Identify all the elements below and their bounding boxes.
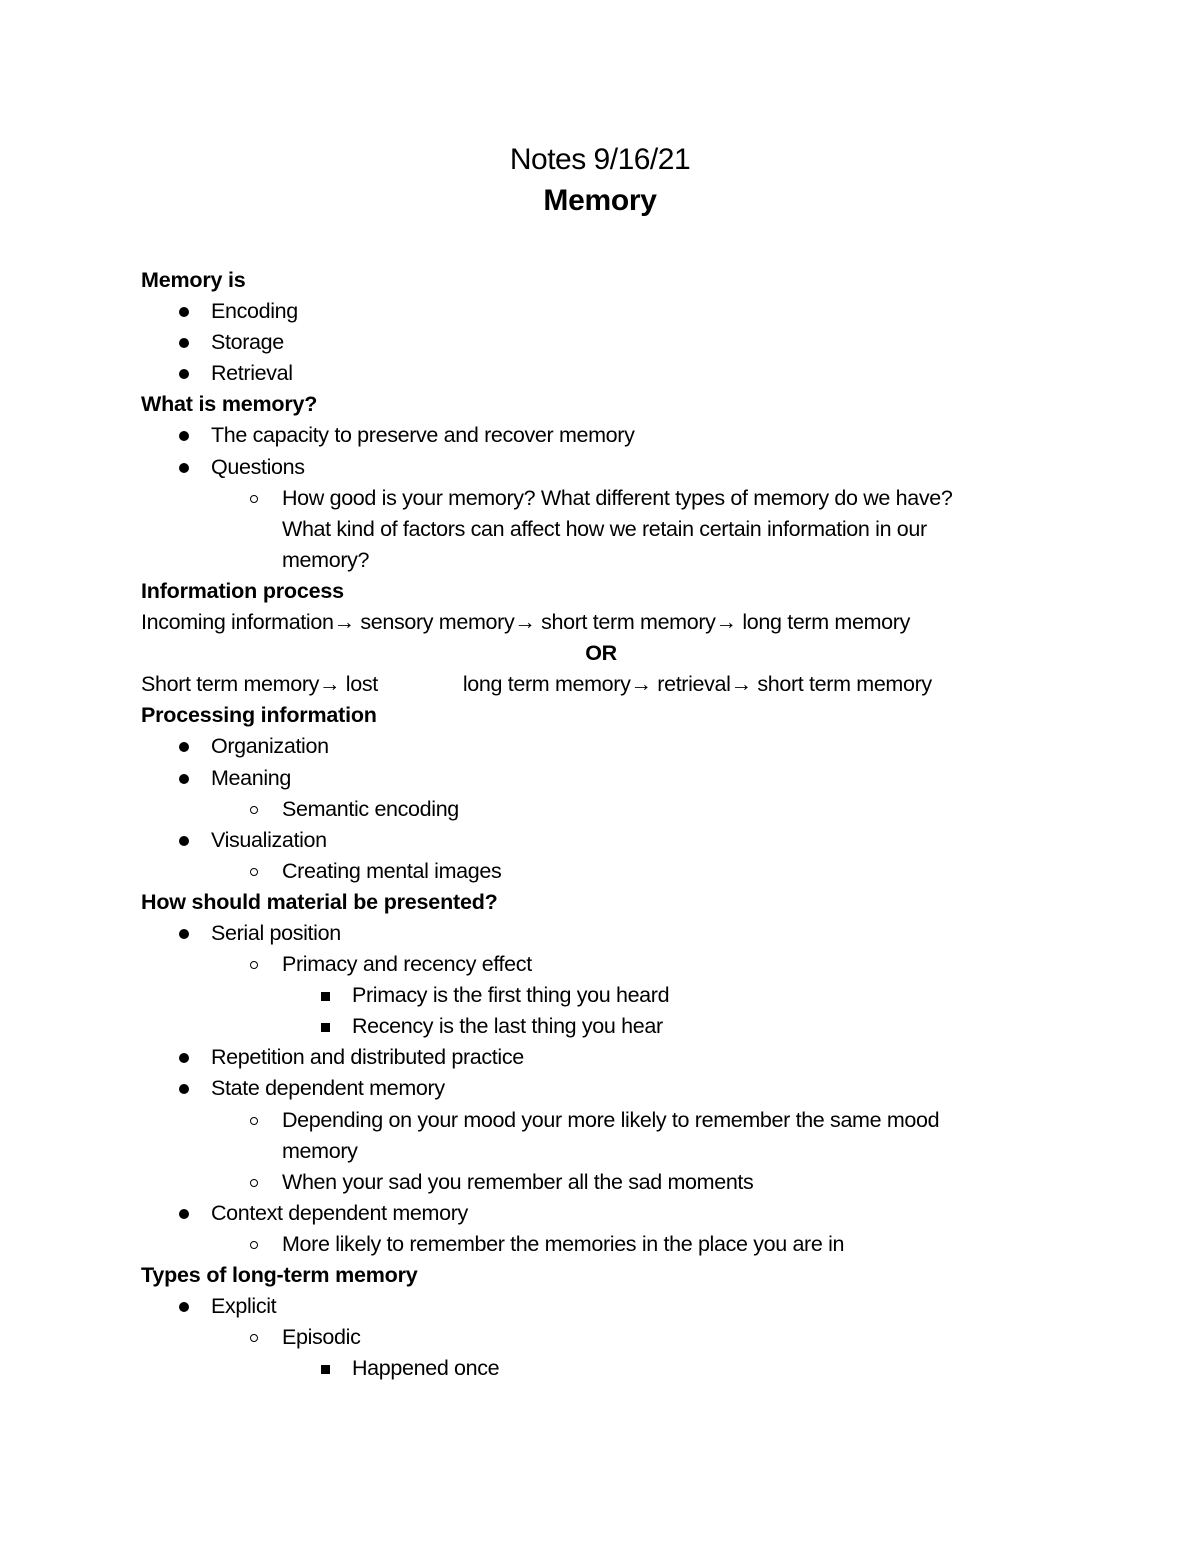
list-item-text: Storage bbox=[211, 330, 284, 355]
list-item-text: Encoding bbox=[211, 299, 298, 324]
sub-list-item: Depending on your mood your more likely … bbox=[141, 1105, 1041, 1136]
sub-list-item: When your sad you remember all the sad m… bbox=[141, 1167, 1041, 1198]
bullet-disc-icon bbox=[179, 431, 189, 442]
flow-text: Short term memory→ lost bbox=[141, 672, 378, 697]
list-item-text: Retrieval bbox=[211, 361, 293, 386]
section-heading: What is memory? bbox=[141, 392, 318, 417]
list-item-text: Repetition and distributed practice bbox=[211, 1045, 524, 1070]
section-heading: Types of long-term memory bbox=[141, 1263, 418, 1287]
bullet-disc-icon bbox=[179, 369, 189, 380]
list-item-text: Happened once bbox=[352, 1356, 500, 1381]
list-item-continuation: What kind of factors can affect how we r… bbox=[282, 516, 927, 541]
bullet-disc-icon bbox=[179, 1053, 189, 1064]
list-item-text: Depending on your mood your more likely … bbox=[282, 1107, 940, 1132]
sub-sub-list-item: Happened once bbox=[141, 1353, 1041, 1384]
flow-line: Short term memory→ lost long term memory→… bbox=[141, 669, 1041, 700]
section-heading: Information process bbox=[141, 578, 344, 603]
list-item-text: Creating mental images bbox=[282, 858, 502, 883]
list-item: Context dependent memory bbox=[141, 1198, 1041, 1229]
list-item: Explicit bbox=[141, 1291, 1041, 1322]
sub-list-item: Episodic bbox=[141, 1322, 1041, 1353]
bullet-circle-icon bbox=[250, 1334, 258, 1343]
bullet-disc-icon bbox=[179, 462, 189, 473]
list-item-text: The capacity to preserve and recover mem… bbox=[211, 423, 635, 448]
section-heading: How should material be presented? bbox=[141, 889, 498, 914]
document-page: Notes 9/16/21 Memory Memory is Encoding … bbox=[0, 0, 1200, 1553]
bullet-circle-icon bbox=[250, 494, 258, 503]
document-body: Memory is Encoding Storage Retrieval Wha… bbox=[141, 265, 1041, 1384]
bullet-disc-icon bbox=[179, 928, 189, 939]
list-item-text: Organization bbox=[211, 734, 329, 759]
list-item-text: Explicit bbox=[211, 1294, 277, 1319]
list-item-text: Questions bbox=[211, 454, 305, 479]
list-item: Repetition and distributed practice bbox=[141, 1042, 1041, 1073]
bullet-circle-icon bbox=[250, 1116, 258, 1125]
list-item-text: Primacy is the first thing you heard bbox=[352, 983, 670, 1008]
bullet-disc-icon bbox=[179, 338, 189, 349]
list-item: Visualization bbox=[141, 825, 1041, 856]
bullet-square-icon bbox=[321, 992, 330, 1002]
list-item-text: Primacy and recency effect bbox=[282, 952, 532, 977]
bullet-disc-icon bbox=[179, 307, 189, 318]
bullet-disc-icon bbox=[179, 773, 189, 784]
list-item-text: Episodic bbox=[282, 1325, 361, 1350]
list-item: Organization bbox=[141, 731, 1041, 762]
list-item-text: More likely to remember the memories in … bbox=[282, 1231, 845, 1256]
list-item: Serial position bbox=[141, 918, 1041, 949]
list-item: The capacity to preserve and recover mem… bbox=[141, 420, 1041, 451]
flow-text: long term memory→ retrieval→ short term … bbox=[462, 672, 932, 697]
sub-list-item: Semantic encoding bbox=[141, 794, 1041, 825]
bullet-circle-icon bbox=[250, 1240, 258, 1249]
sub-list-item: Primacy and recency effect bbox=[141, 949, 1041, 980]
sub-list-item: How good is your memory? What different … bbox=[141, 483, 1041, 514]
list-item: Meaning bbox=[141, 763, 1041, 794]
list-item-text: Semantic encoding bbox=[282, 796, 459, 821]
document-subtitle: Memory bbox=[543, 184, 657, 217]
sub-list-item: Creating mental images bbox=[141, 856, 1041, 887]
or-separator: OR bbox=[585, 641, 617, 666]
list-item: State dependent memory bbox=[141, 1073, 1041, 1104]
sub-sub-list-item: Recency is the last thing you hear bbox=[141, 1011, 1041, 1042]
bullet-disc-icon bbox=[179, 835, 189, 846]
bullet-square-icon bbox=[321, 1023, 330, 1033]
bullet-circle-icon bbox=[250, 961, 258, 970]
list-item-text: Context dependent memory bbox=[211, 1200, 468, 1225]
bullet-disc-icon bbox=[179, 1208, 189, 1219]
list-item: Retrieval bbox=[141, 358, 1041, 389]
list-item-text: When your sad you remember all the sad m… bbox=[282, 1169, 754, 1194]
list-item: Storage bbox=[141, 327, 1041, 358]
section-heading: Processing information bbox=[141, 703, 377, 728]
list-item-text: How good is your memory? What different … bbox=[282, 485, 953, 510]
list-item-text: Serial position bbox=[211, 920, 341, 945]
list-item-text: Visualization bbox=[211, 827, 327, 852]
list-item-text: State dependent memory bbox=[211, 1076, 445, 1101]
document-title: Notes 9/16/21 bbox=[509, 143, 691, 176]
bullet-disc-icon bbox=[179, 1302, 189, 1313]
bullet-circle-icon bbox=[250, 867, 258, 876]
sub-sub-list-item: Primacy is the first thing you heard bbox=[141, 980, 1041, 1011]
bullet-disc-icon bbox=[179, 1084, 189, 1095]
list-item-continuation: memory bbox=[282, 1138, 358, 1163]
bullet-circle-icon bbox=[250, 1178, 258, 1187]
list-item: Encoding bbox=[141, 296, 1041, 327]
bullet-square-icon bbox=[321, 1365, 330, 1375]
bullet-circle-icon bbox=[250, 805, 258, 814]
list-item: Questions bbox=[141, 452, 1041, 483]
list-item-text: Recency is the last thing you hear bbox=[352, 1014, 663, 1039]
list-item-text: Meaning bbox=[211, 765, 292, 790]
sub-list-item: More likely to remember the memories in … bbox=[141, 1229, 1041, 1260]
section-heading: Memory is bbox=[141, 268, 246, 292]
bullet-disc-icon bbox=[179, 742, 189, 753]
list-item-continuation: memory? bbox=[282, 547, 370, 572]
flow-line: Incoming information→ sensory memory→ sh… bbox=[141, 610, 910, 635]
